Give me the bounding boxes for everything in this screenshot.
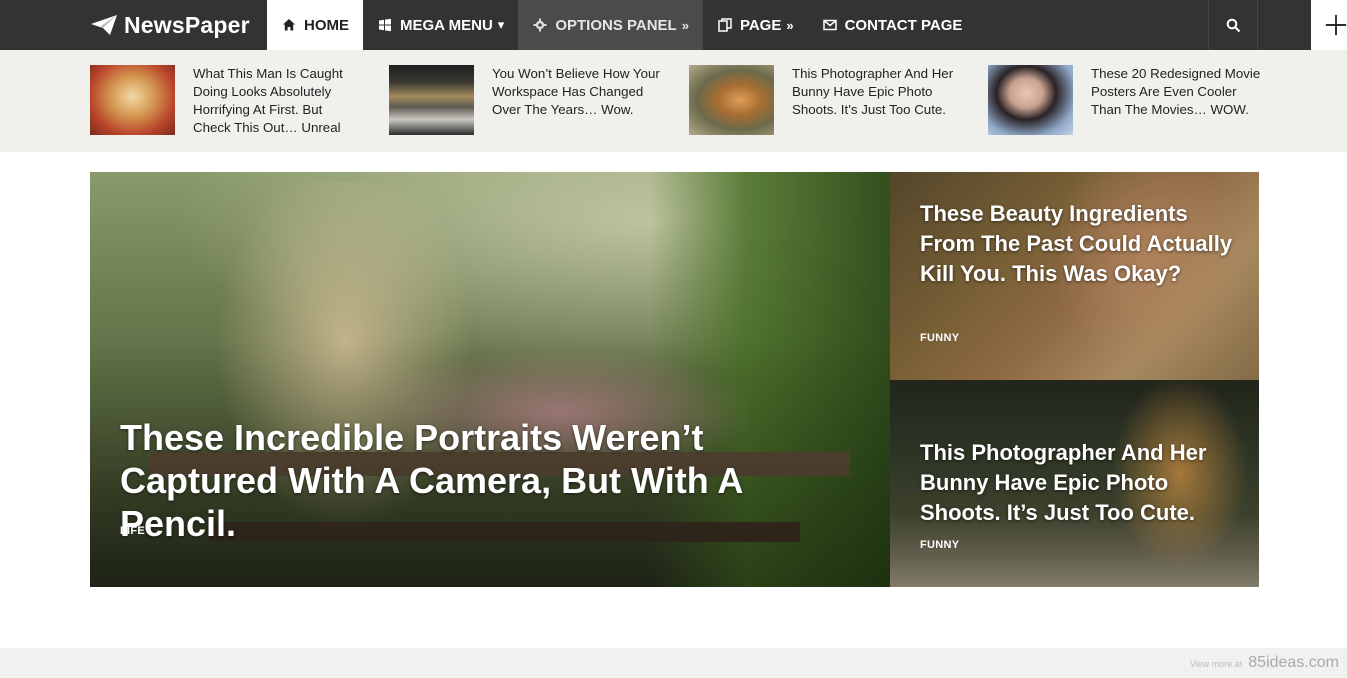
featured-main-title[interactable]: These Incredible Portraits Weren’t Captu… [120, 416, 860, 545]
paper-plane-icon [91, 15, 117, 35]
main-menu: HOME MEGA MENU ▾ OPTIONS PANEL » PAGE » [267, 0, 976, 50]
copy-icon [717, 17, 733, 33]
ticker-thumbnail[interactable] [988, 65, 1073, 135]
windows-icon [377, 17, 393, 33]
watermark-site: 85ideas.com [1248, 654, 1339, 671]
chevron-down-icon: ▾ [497, 17, 505, 32]
footer-strip: View more at 85ideas.com [0, 648, 1347, 678]
trending-ticker: What This Man Is Caught Doing Looks Abso… [0, 50, 1347, 152]
envelope-icon [822, 17, 838, 33]
top-navbar: NewsPaper HOME MEGA MENU ▾ OPTIONS PANEL… [0, 0, 1347, 50]
site-name: NewsPaper [124, 11, 250, 38]
gear-icon [532, 17, 548, 33]
featured-side-title[interactable]: These Beauty Ingredients From The Past C… [920, 199, 1240, 289]
featured-side-title[interactable]: This Photographer And Her Bunny Have Epi… [920, 438, 1240, 528]
ticker-title[interactable]: You Won’t Believe How Your Workspace Has… [492, 65, 662, 119]
ticker-title[interactable]: These 20 Redesigned Movie Posters Are Ev… [1091, 65, 1261, 119]
ticker-thumbnail[interactable] [389, 65, 474, 135]
nav-item-label: PAGE [739, 16, 782, 34]
ticker-thumbnail[interactable] [90, 65, 175, 135]
featured-main-post[interactable]: These Incredible Portraits Weren’t Captu… [90, 172, 890, 587]
double-chevron-right-icon: » [786, 17, 794, 33]
ticker-title[interactable]: What This Man Is Caught Doing Looks Abso… [193, 65, 363, 137]
ticker-thumbnail[interactable] [689, 65, 774, 135]
nav-item-label: CONTACT PAGE [844, 16, 963, 34]
watermark-prefix: View more at [1189, 659, 1243, 669]
search-icon [1226, 18, 1240, 32]
nav-item-page[interactable]: PAGE » [703, 0, 808, 50]
nav-item-options-panel[interactable]: OPTIONS PANEL » [518, 0, 703, 50]
featured-side-post[interactable]: These Beauty Ingredients From The Past C… [890, 172, 1259, 380]
category-label[interactable]: LIFE [120, 525, 145, 537]
watermark: View more at 85ideas.com [1190, 654, 1339, 672]
nav-item-label: MEGA MENU [400, 16, 493, 34]
site-logo[interactable]: NewsPaper [90, 0, 250, 50]
plus-icon [1325, 14, 1347, 36]
nav-item-home[interactable]: HOME [267, 0, 363, 50]
nav-item-label: HOME [304, 16, 349, 34]
nav-item-contact-page[interactable]: CONTACT PAGE [808, 0, 977, 50]
featured-side-post[interactable]: This Photographer And Her Bunny Have Epi… [890, 380, 1259, 587]
category-label[interactable]: FUNNY [920, 539, 959, 551]
home-icon [281, 17, 297, 33]
double-chevron-right-icon: » [681, 17, 689, 33]
plus-button[interactable] [1311, 0, 1347, 50]
category-label[interactable]: FUNNY [920, 332, 959, 344]
ticker-title[interactable]: This Photographer And Her Bunny Have Epi… [792, 65, 962, 119]
search-button[interactable] [1208, 0, 1258, 50]
nav-item-mega-menu[interactable]: MEGA MENU ▾ [363, 0, 518, 50]
nav-item-label: OPTIONS PANEL [555, 16, 677, 34]
